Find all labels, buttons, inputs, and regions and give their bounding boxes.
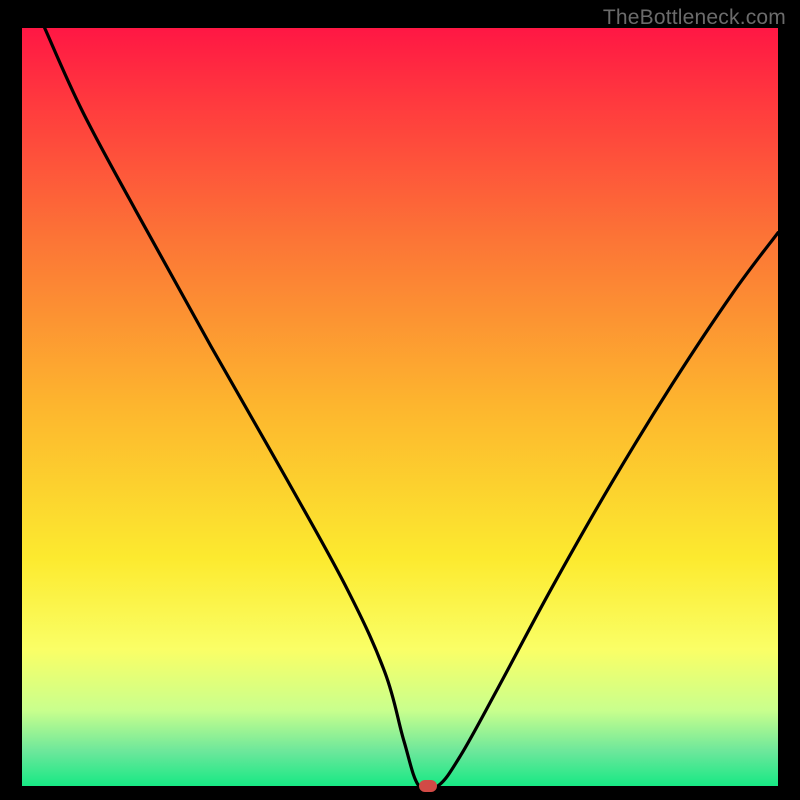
gradient-background bbox=[22, 28, 778, 786]
watermark-text: TheBottleneck.com bbox=[603, 6, 786, 30]
chart-frame: TheBottleneck.com bbox=[0, 0, 800, 800]
bottleneck-marker bbox=[419, 780, 437, 792]
plot-area bbox=[22, 28, 778, 786]
chart-svg bbox=[22, 28, 778, 786]
